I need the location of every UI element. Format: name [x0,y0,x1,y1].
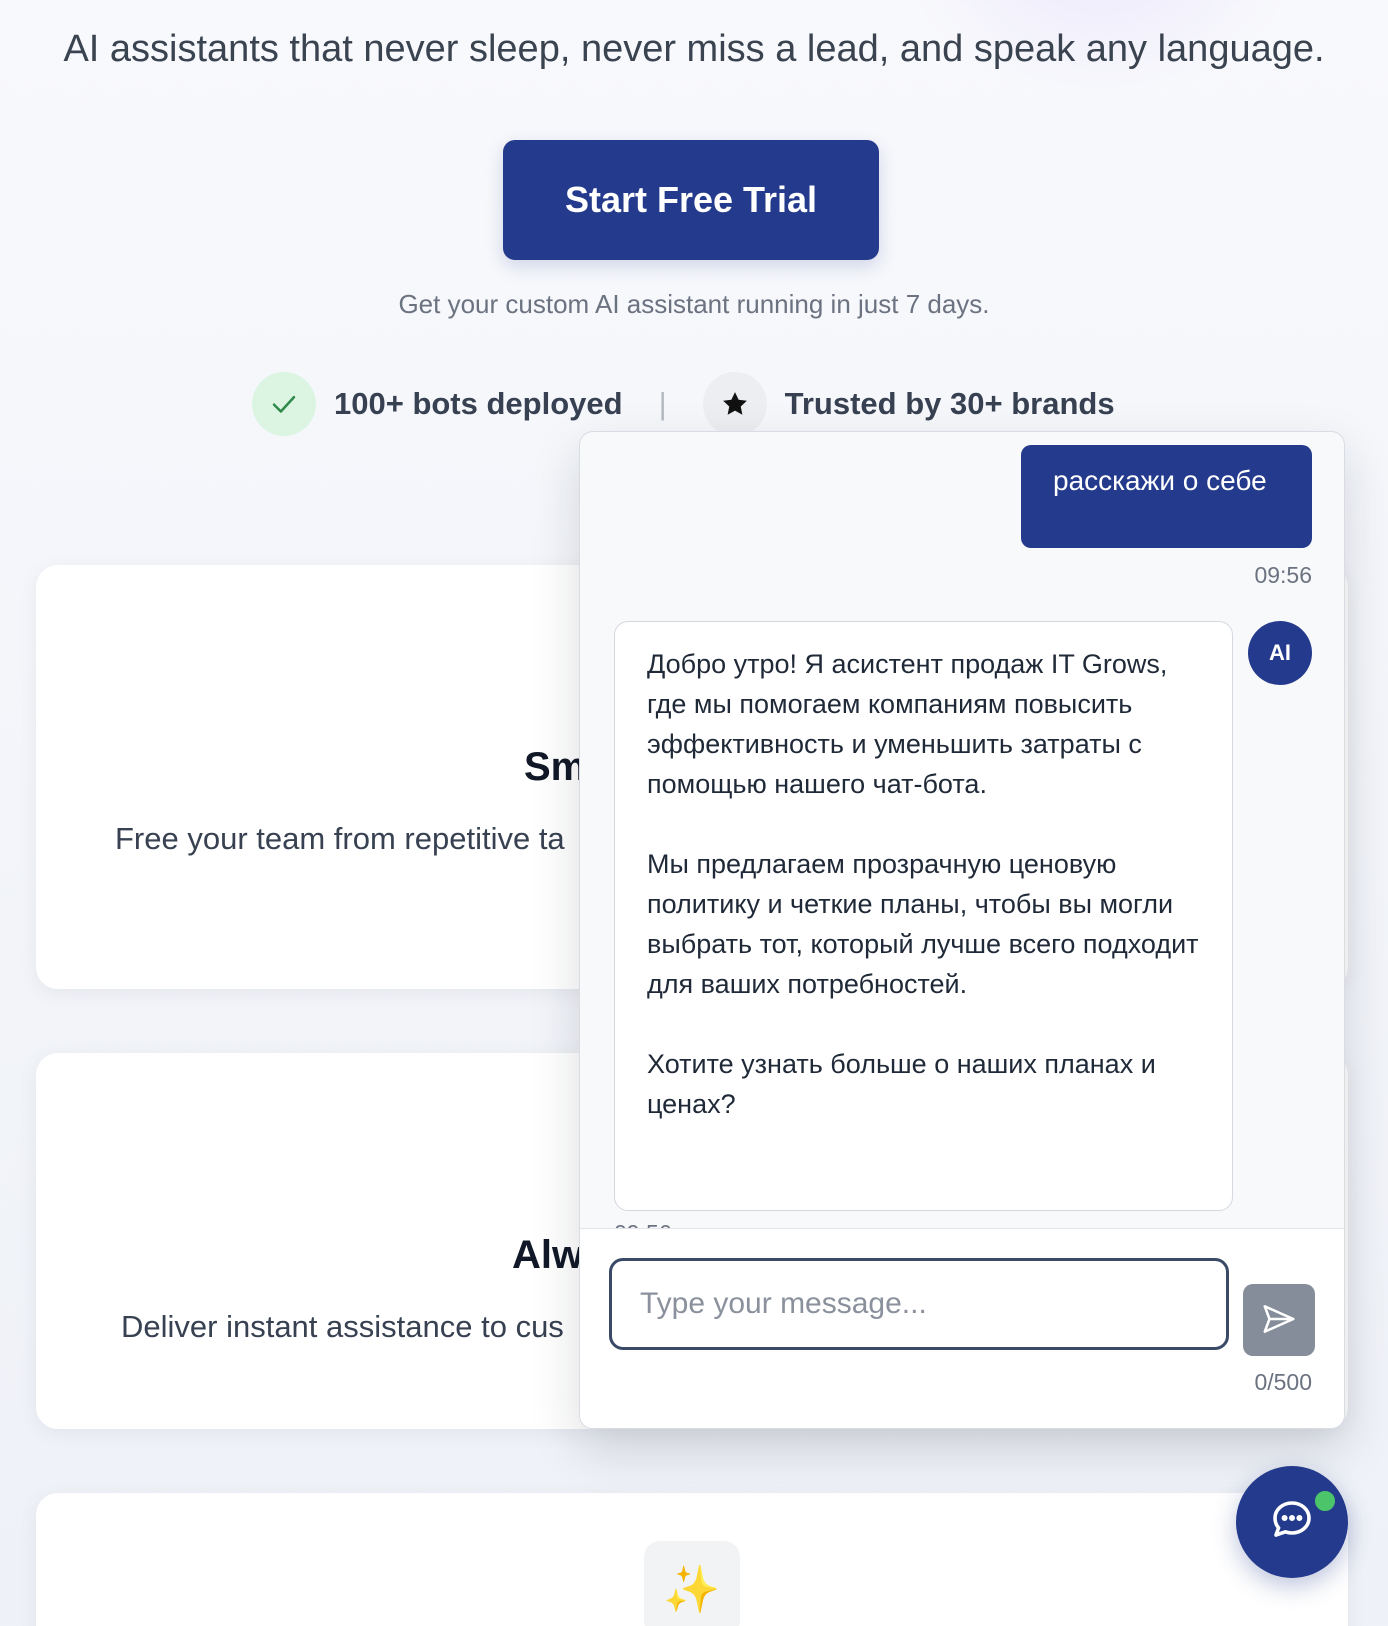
ai-message-paragraph: Хотите узнать больше о наших планах и це… [647,1049,1156,1119]
message-input[interactable] [609,1258,1229,1350]
character-counter: 0/500 [1254,1369,1312,1395]
feature-title: Alw [512,1233,584,1277]
send-icon [1260,1300,1298,1341]
chat-widget: расскажи о себе 09:56 Добро утро! Я асис… [579,431,1345,1429]
user-message-time: 09:56 [1254,562,1312,588]
ai-message-paragraph: Мы предлагаем прозрачную ценовую политик… [647,849,1199,999]
ai-message-bubble: Добро утро! Я асистент продаж IT Grows, … [614,621,1233,1211]
check-icon [252,372,316,436]
feature-card: ✨ [36,1493,1348,1626]
badge-bots-deployed: 100+ bots deployed [334,386,623,421]
feature-description: Deliver instant assistance to cus [121,1309,564,1344]
feature-description: Free your team from repetitive ta [115,821,565,856]
hero-tagline: AI assistants that never sleep, never mi… [63,28,1325,70]
online-status-dot [1312,1488,1338,1514]
user-message-bubble: расскажи о себе [1021,445,1312,548]
badge-separator: | [658,386,667,421]
star-icon [702,372,767,436]
cta-subtext: Get your custom AI assistant running in … [398,289,990,319]
ai-avatar: AI [1248,621,1312,685]
chat-message-list[interactable]: расскажи о себе 09:56 Добро утро! Я асис… [580,432,1344,1228]
chat-input-area: 0/500 [580,1228,1344,1428]
chat-launcher-button[interactable] [1236,1466,1348,1578]
chat-bubble-icon [1268,1496,1316,1549]
send-button[interactable] [1243,1284,1315,1356]
ai-message-paragraph: Добро утро! Я асистент продаж IT Grows, … [647,649,1168,799]
feature-title: Sm [524,745,587,789]
start-free-trial-button[interactable]: Start Free Trial [503,140,879,260]
sparkles-icon: ✨ [644,1541,740,1626]
trust-badges: 100+ bots deployed | Trusted by 30+ bran… [252,372,1115,436]
badge-trusted-brands: Trusted by 30+ brands [784,386,1115,421]
ai-message-time: 09:56 [614,1220,672,1228]
